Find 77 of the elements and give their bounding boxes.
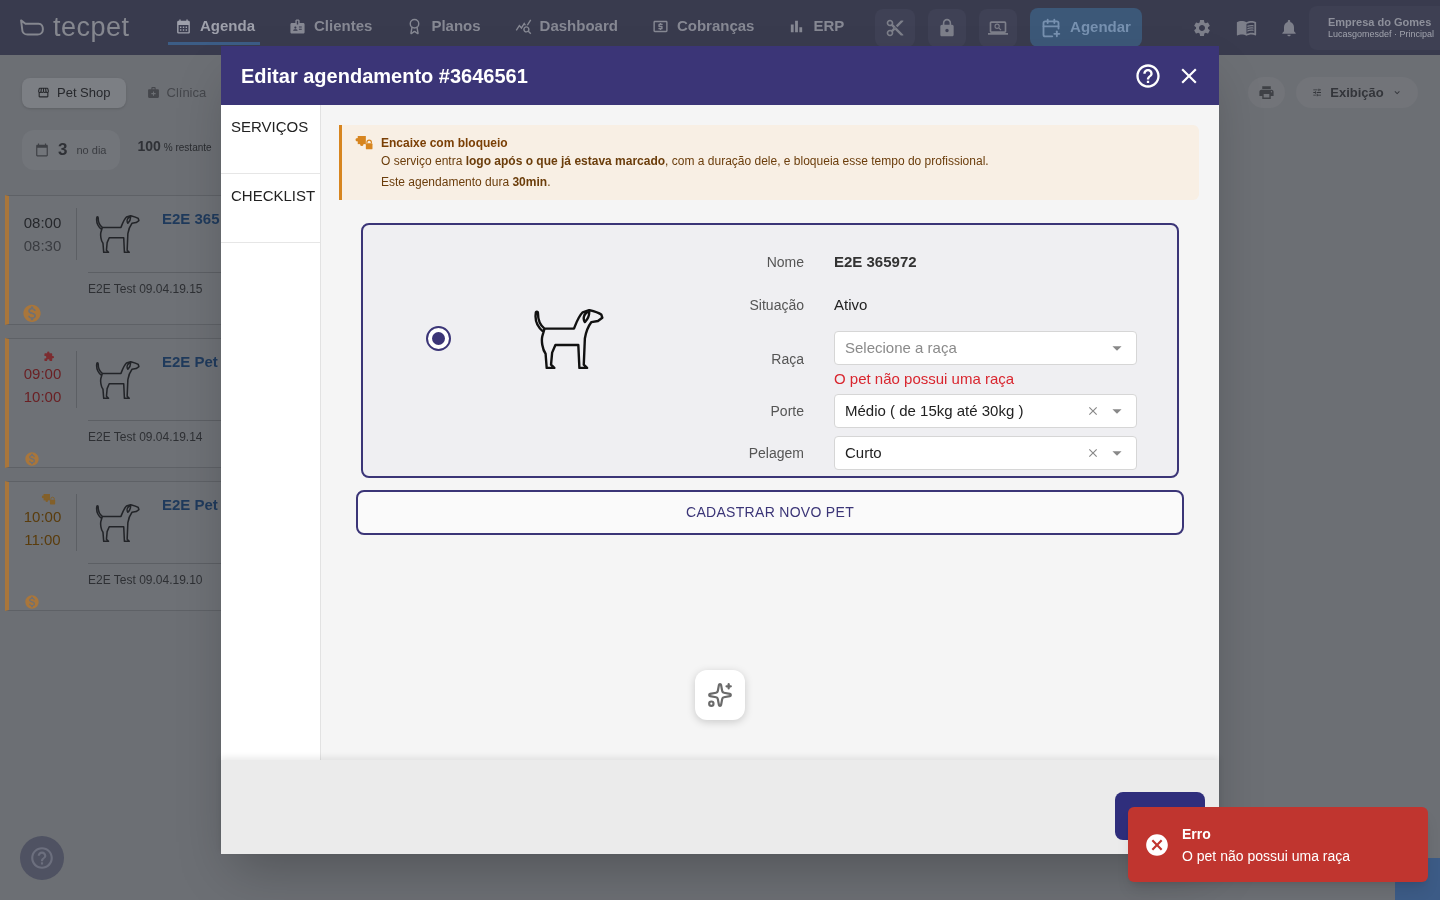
count-value: 3	[58, 139, 68, 162]
client-name: E2E Test 09.04.19.15	[88, 282, 203, 297]
percent-value: 100	[137, 137, 161, 156]
dropdown-field[interactable]: Curto	[834, 436, 1137, 470]
lock-icon	[937, 17, 957, 38]
field-label: Situação	[748, 295, 804, 315]
puzzle-lock-icon	[355, 136, 373, 150]
start-time: 08:00	[23, 213, 62, 234]
print-button[interactable]	[1248, 77, 1285, 108]
medical-bag-icon	[146, 86, 160, 99]
pet-name: E2E 365	[162, 209, 220, 229]
sparkle-button[interactable]	[695, 670, 745, 720]
calendar-plus-icon	[1041, 17, 1062, 38]
toast-title: Erro	[1182, 824, 1212, 844]
nav-tab[interactable]: ERP	[781, 0, 850, 45]
schedule-button[interactable]: Agendar	[1030, 8, 1142, 47]
clear-icon[interactable]	[1086, 446, 1100, 460]
register-pet-button[interactable]: CADASTRAR NOVO PET	[356, 490, 1184, 535]
toast-message: O pet não possui uma raça	[1182, 846, 1351, 866]
alert-message: O serviço entra logo após o que já estava marcado, com a duração dele, e bloqueia esse tempo do profissional.	[381, 153, 989, 170]
field-label: Nome	[765, 252, 804, 272]
sparkles-icon	[707, 682, 733, 708]
field-label: Raça	[770, 350, 804, 369]
help-icon[interactable]	[1134, 61, 1162, 90]
dog-icon	[532, 308, 605, 369]
dog-icon	[95, 215, 140, 254]
end-time: 10:00	[23, 387, 62, 407]
dropdown-field[interactable]: Selecione a raça	[834, 331, 1137, 365]
error-message: O pet não possui uma raça	[834, 370, 1016, 388]
client-name: E2E Test 09.04.19.14	[88, 430, 203, 444]
dog-icon	[95, 360, 140, 399]
field-value: E2E 365972	[834, 251, 917, 272]
logo-icon	[20, 19, 44, 36]
alert-title: Encaixe com bloqueio	[381, 135, 509, 152]
bell-icon[interactable]	[1279, 17, 1299, 38]
dropdown-field[interactable]: Médio ( de 15kg até 30kg )	[834, 394, 1137, 428]
field-label: Porte	[769, 401, 804, 421]
nav-tab[interactable]: Dashboard	[507, 0, 623, 45]
company-name: Empresa do Gomes	[1328, 15, 1433, 29]
clear-icon[interactable]	[1086, 404, 1100, 418]
percent-label: % restante	[163, 141, 212, 155]
help-icon	[29, 845, 55, 871]
count-label: no dia	[76, 142, 107, 158]
store-icon	[37, 86, 50, 99]
view-dropdown[interactable]: Exibição	[1296, 77, 1418, 108]
cut-button[interactable]	[875, 8, 915, 47]
id-badge-icon	[289, 17, 306, 35]
company-detail: Lucasgomesdef · Principal	[1328, 28, 1436, 40]
dialog-title: Editar agendamento #3646561	[241, 63, 528, 89]
radio-button[interactable]	[426, 326, 451, 351]
start-time: 10:00	[23, 507, 62, 527]
screen-button[interactable]	[979, 8, 1017, 47]
client-name: E2E Test 09.04.19.10	[88, 573, 203, 587]
nav-tab[interactable]: Cobranças	[644, 0, 760, 45]
chart-search-icon	[514, 17, 532, 35]
start-time: 09:00	[23, 364, 62, 384]
alert-note: Este agendamento dura 30min.	[381, 174, 552, 191]
pet-card[interactable]: Nome E2E 365972 Situação Ativo Raça Selecione a raça O pet não possui uma raça Porte Médio ( de 15kg até 30kg ) Pelagem Curto	[361, 223, 1179, 478]
settings-icon[interactable]	[1192, 17, 1212, 38]
error-icon	[1144, 831, 1170, 858]
end-time: 11:00	[24, 530, 61, 550]
printer-icon	[1258, 84, 1275, 101]
company-switcher[interactable]: Empresa do Gomes Lucasgomesdef · Principal	[1309, 5, 1440, 50]
scissors-icon	[885, 17, 905, 38]
field-label: Pelagem	[747, 443, 804, 463]
dollar-coin-icon	[21, 303, 43, 324]
logo-text: tecpet	[53, 14, 130, 41]
segment-tab[interactable]: Pet Shop	[22, 77, 126, 108]
calendar-icon	[175, 17, 192, 35]
pet-name: E2E Pet	[162, 495, 218, 515]
pet-name: E2E Pet	[162, 352, 218, 372]
lock-button[interactable]	[928, 8, 966, 47]
field-value: Ativo	[834, 294, 868, 315]
dog-icon	[95, 503, 140, 542]
calendar-icon	[35, 143, 49, 157]
nav-tab[interactable]: Planos	[399, 0, 486, 45]
nav-tab[interactable]: Clientes	[282, 0, 378, 45]
